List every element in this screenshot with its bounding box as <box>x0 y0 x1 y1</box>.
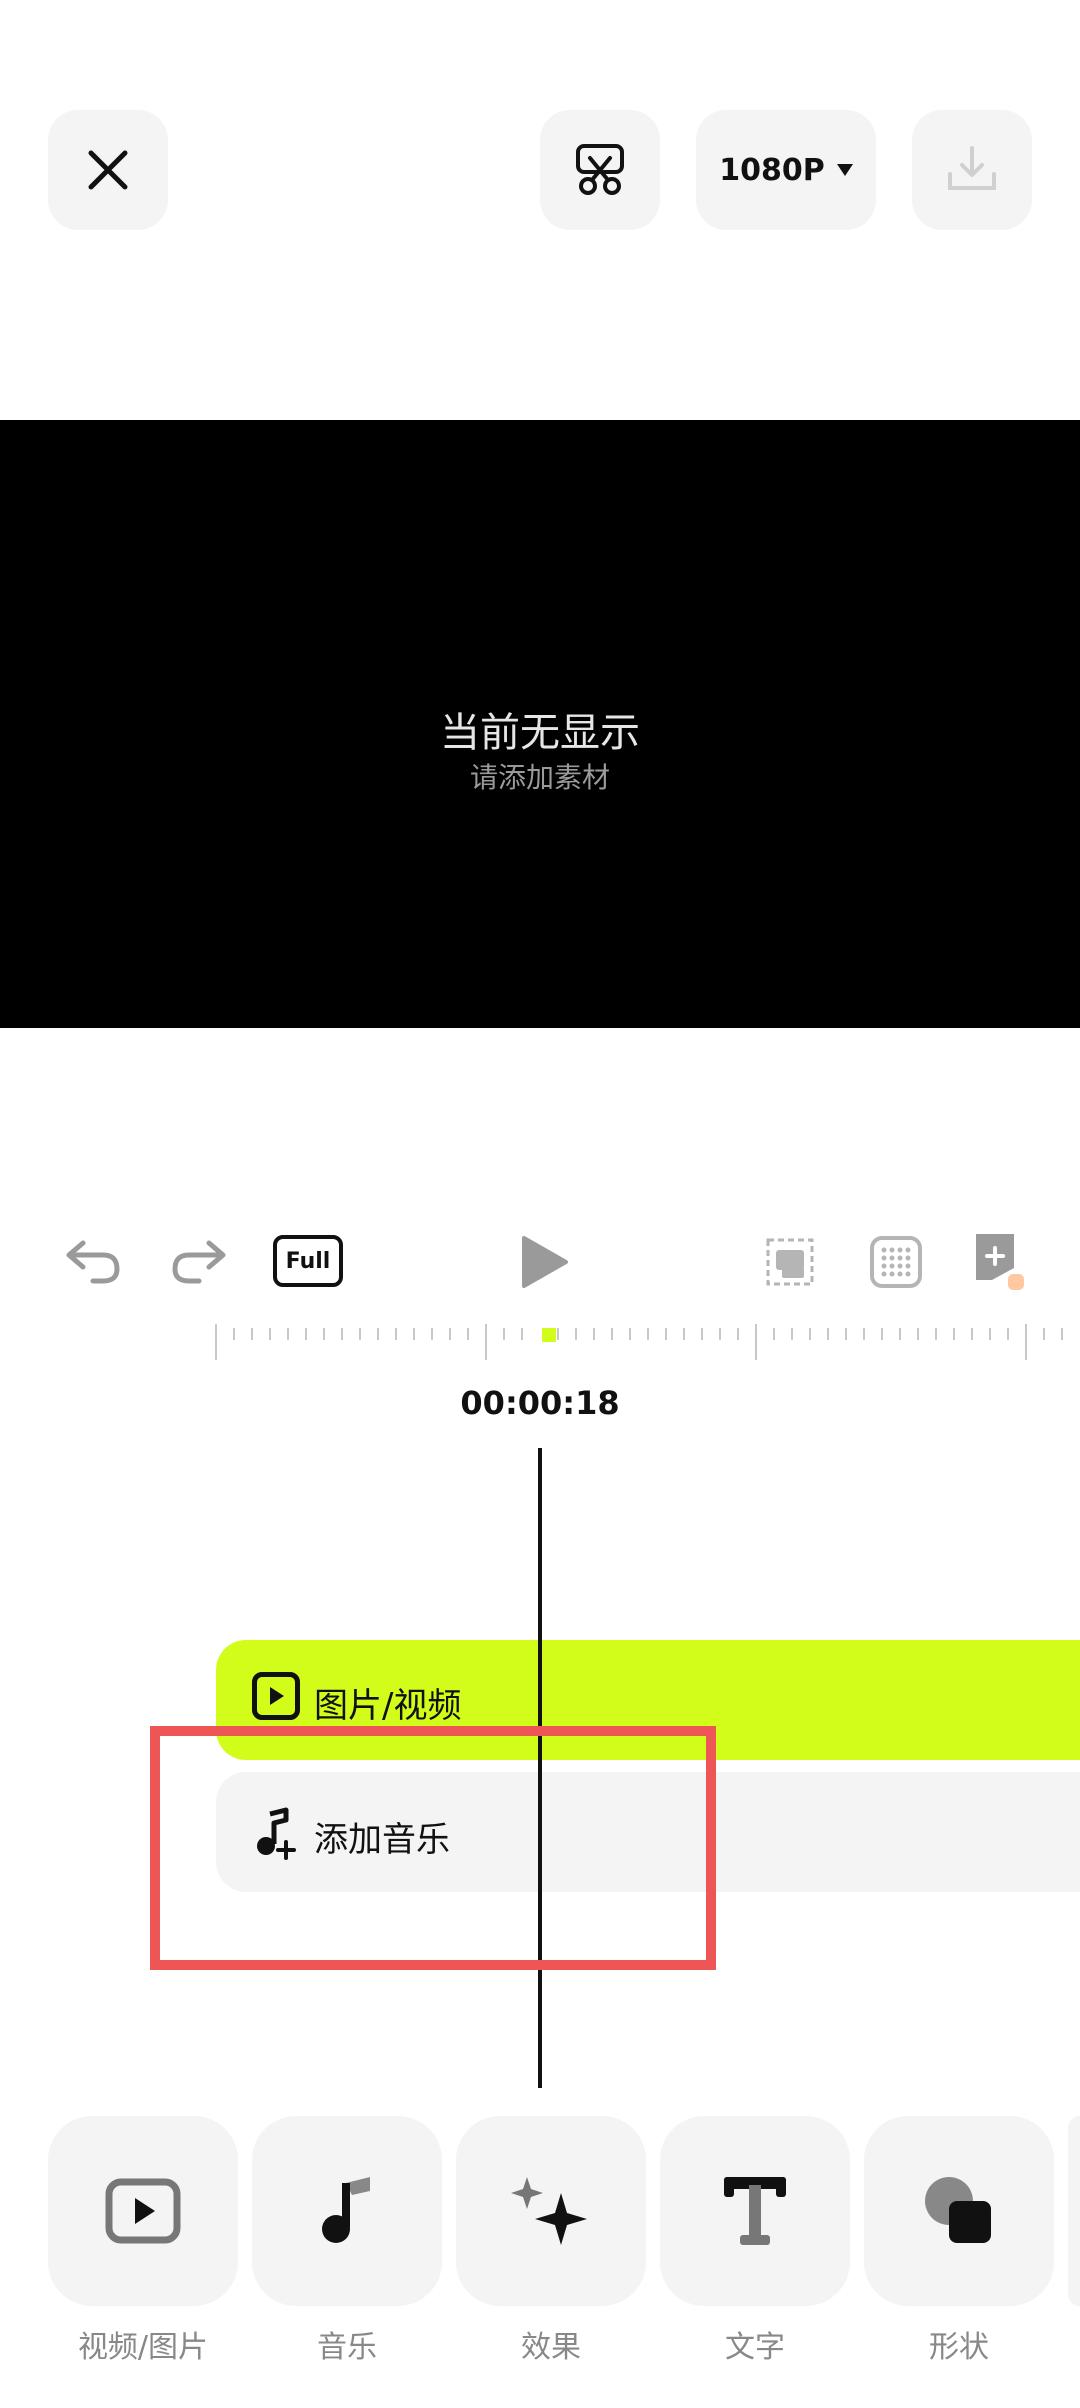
preview-canvas: 当前无显示 请添加素材 <box>0 420 1080 1028</box>
video-track-icon <box>252 1672 300 1720</box>
tab-text[interactable] <box>660 2116 850 2306</box>
undo-icon <box>66 1240 120 1284</box>
frame-icon <box>766 1238 814 1286</box>
shape-icon <box>925 2177 991 2243</box>
play-icon <box>522 1236 568 1288</box>
resolution-value: 1080P <box>719 152 825 188</box>
tab-music-label: 音乐 <box>317 2330 377 2365</box>
export-button[interactable] <box>912 110 1032 230</box>
tab-effects[interactable] <box>456 2116 646 2306</box>
tab-video-image-label: 视频/图片 <box>77 2330 209 2365</box>
caret-down-icon <box>836 164 853 176</box>
grid-icon <box>870 1236 922 1288</box>
tab-effects-label: 效果 <box>521 2330 581 2365</box>
sparkle-icon <box>511 2177 587 2245</box>
highlight-box <box>150 1726 716 1970</box>
redo-icon <box>172 1240 226 1284</box>
tab-text-label: 文字 <box>725 2330 785 2365</box>
crop-frame-button[interactable] <box>760 1232 820 1292</box>
current-timecode: 00:00:18 <box>460 1384 620 1422</box>
close-icon <box>88 150 128 190</box>
add-sticker-button[interactable] <box>970 1228 1034 1296</box>
music-icon <box>322 2177 370 2243</box>
tab-more-partial[interactable] <box>1068 2116 1080 2306</box>
preview-empty-subtitle: 请添加素材 <box>469 761 610 794</box>
fullscreen-toggle[interactable]: Full <box>273 1235 343 1287</box>
preview-empty-title: 当前无显示 <box>440 710 640 756</box>
scissors-icon <box>576 144 624 195</box>
cut-button[interactable] <box>540 110 660 230</box>
tab-shape[interactable] <box>864 2116 1054 2306</box>
resolution-selector[interactable]: 1080P <box>696 110 876 230</box>
video-track-label: 图片/视频 <box>314 1686 462 1726</box>
timeline-ruler[interactable] <box>214 1322 1080 1362</box>
download-icon <box>948 146 996 190</box>
close-button[interactable] <box>48 110 168 230</box>
tab-shape-label: 形状 <box>929 2330 989 2365</box>
video-icon <box>105 2178 181 2244</box>
tab-video-image[interactable] <box>48 2116 238 2306</box>
add-sticker-icon <box>976 1234 1024 1290</box>
play-button[interactable] <box>516 1230 572 1294</box>
tab-music[interactable] <box>252 2116 442 2306</box>
undo-button[interactable] <box>60 1232 126 1292</box>
redo-button[interactable] <box>166 1232 232 1292</box>
grid-button[interactable] <box>866 1232 926 1292</box>
text-icon <box>724 2177 786 2245</box>
